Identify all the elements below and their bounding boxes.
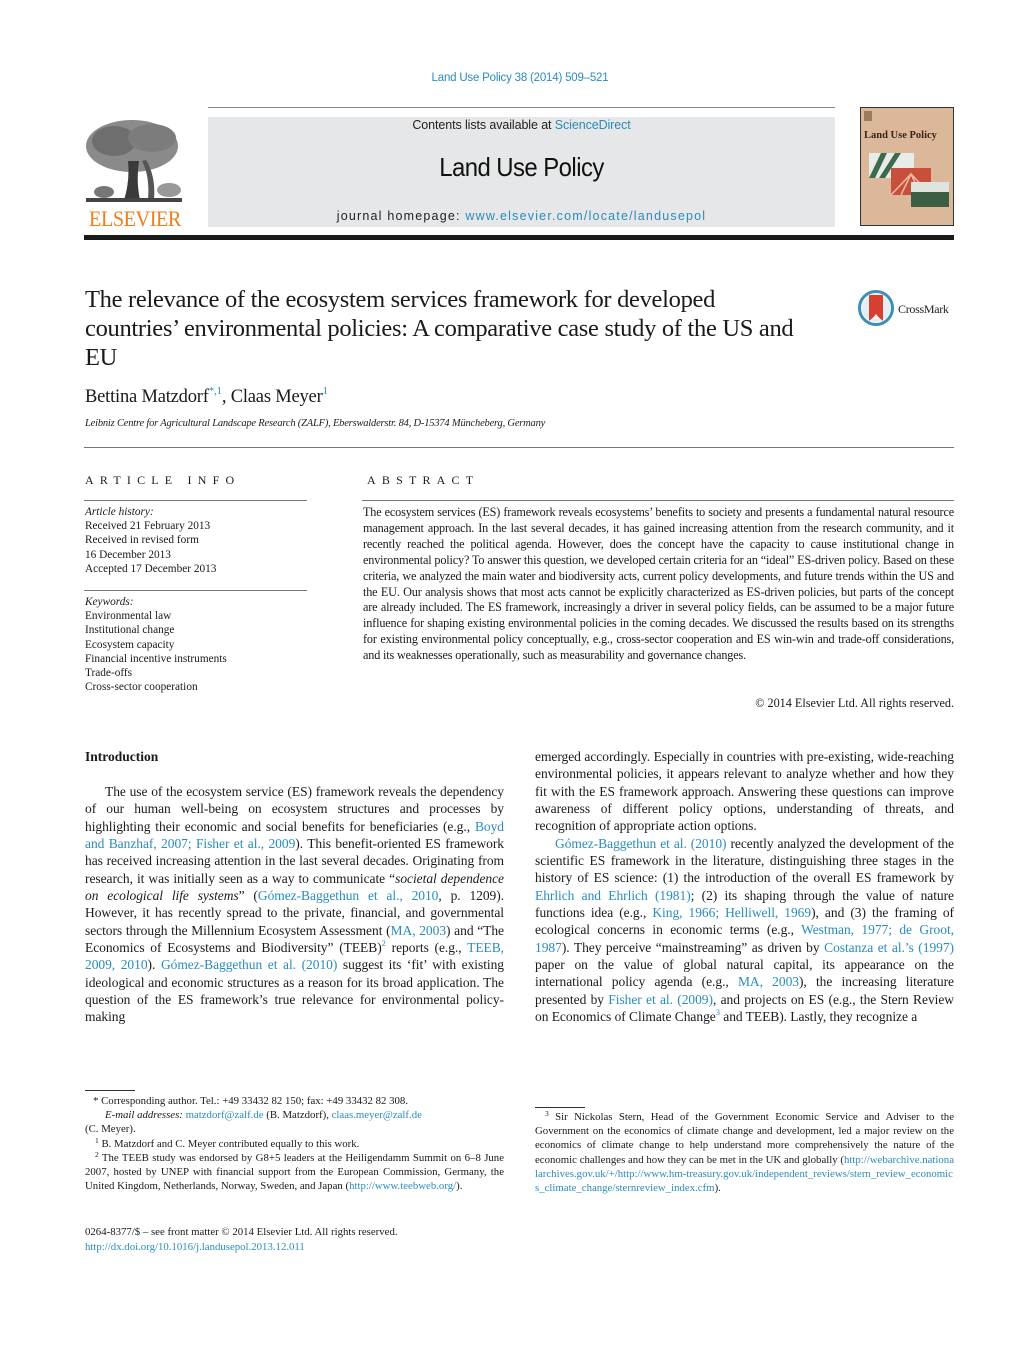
history-item: Received 21 February 2013 [85,520,211,533]
citation-link[interactable]: Ehrlich and Ehrlich (1981) [535,888,691,903]
header-thick-rule [84,235,954,240]
divider [362,500,954,501]
footnote-corresponding: * Corresponding author. Tel.: +49 33432 … [93,1095,409,1107]
paragraph: emerged accordingly. Especially in count… [535,749,954,834]
email-link[interactable]: claas.meyer@zalf.de [332,1109,422,1121]
keyword: Financial incentive instruments [85,652,227,665]
cover-publisher-icon [864,111,872,121]
keywords: Keywords: Environmental law Institutiona… [85,595,310,694]
history-item: Accepted 17 December 2013 [85,562,217,575]
teeb-url-link[interactable]: http://www.teebweb.org/ [349,1180,456,1192]
history-item: 16 December 2013 [85,548,171,561]
body-column-left: The use of the ecosystem service (ES) fr… [85,783,504,1026]
keyword: Ecosystem capacity [85,638,175,651]
affiliation: Leibniz Centre for Agricultural Landscap… [85,418,546,429]
citation-link[interactable]: MA, 2003 [738,974,799,989]
history-item: Received in revised form [85,534,199,547]
journal-homepage: journal homepage: www.elsevier.com/locat… [208,209,835,223]
footnote-emails: E-mail addresses: matzdorf@zalf.de (B. M… [85,1108,504,1122]
citation-link[interactable]: Gómez-Baggethun et al. (2010) [161,957,337,972]
footnote-rule [535,1107,585,1108]
abstract-copyright: © 2014 Elsevier Ltd. All rights reserved… [755,696,954,710]
keyword: Environmental law [85,610,172,623]
journal-cover-thumbnail[interactable]: Land Use Policy [860,107,954,226]
text: ). [714,1182,721,1195]
text: ). They perceive “mainstreaming” as driv… [561,939,825,955]
doi-link[interactable]: http://dx.doi.org/10.1016/j.landusepol.2… [85,1241,305,1253]
email-label: E-mail addresses: [105,1109,183,1122]
text: and TEEB). Lastly, they recognize a [719,1009,918,1025]
footnote-1: 1 B. Matzdorf and C. Meyer contributed e… [85,1136,504,1151]
citation-link[interactable]: Gómez-Baggethun et al. (2010) [555,836,727,851]
author-marks[interactable]: 1 [323,385,329,397]
footnote-3: 3 Sir Nickolas Stern, Head of the Govern… [535,1110,954,1195]
text: ). [456,1180,463,1193]
author-name[interactable]: Claas Meyer [231,387,323,407]
email-owner: (C. Meyer). [85,1123,136,1136]
keywords-label: Keywords: [85,596,134,608]
journal-reference-link[interactable]: Land Use Policy 38 (2014) 509–521 [0,72,1020,84]
citation-link[interactable]: Costanza et al.’s (1997) [824,940,954,955]
author-list: Bettina Matzdorf*,1, Claas Meyer1 [85,385,328,408]
issn-line: 0264-8377/$ – see front matter © 2014 El… [85,1226,398,1238]
article-title: The relevance of the ecosystem services … [85,286,794,371]
email-owner: (B. Matzdorf), [263,1109,332,1122]
paragraph: The use of the ecosystem service (ES) fr… [85,783,504,1026]
header-top-rule [208,107,835,108]
cover-photo-trees-icon [911,182,949,207]
abstract-heading: ABSTRACT [367,473,480,487]
author-marks[interactable]: *,1 [209,385,222,397]
citation-link[interactable]: MA, 2003 [391,923,447,938]
citation-link[interactable]: Fisher et al. (2009) [608,992,713,1007]
footnote-rule [85,1090,135,1091]
history-label: Article history: [85,506,154,518]
abstract-text: The ecosystem services (ES) framework re… [363,505,954,663]
keyword: Trade-offs [85,667,133,680]
citation-link[interactable]: Gómez-Baggethun et al., 2010 [258,888,439,903]
text: reports (e.g., [385,940,468,956]
keyword: Institutional change [85,624,175,637]
journal-masthead: Contents lists available at ScienceDirec… [208,117,835,227]
crossmark-icon [858,290,894,326]
contents-availability: Contents lists available at ScienceDirec… [208,118,835,132]
footnotes-left: * Corresponding author. Tel.: +49 33432 … [85,1094,504,1193]
footnotes-right: 3 Sir Nickolas Stern, Head of the Govern… [535,1110,954,1195]
journal-title: Land Use Policy [439,152,604,182]
sciencedirect-link[interactable]: ScienceDirect [555,118,631,132]
front-matter: 0264-8377/$ – see front matter © 2014 El… [85,1225,398,1255]
divider [84,447,954,448]
divider [84,500,307,501]
text: ” ( [238,888,258,904]
article-history: Article history: Received 21 February 20… [85,505,310,576]
section-heading-introduction: Introduction [85,749,159,764]
elsevier-tree-icon [84,116,184,206]
elsevier-wordmark: ELSEVIER [89,206,181,231]
footnote-text: B. Matzdorf and C. Meyer contributed equ… [98,1137,360,1150]
footnote-2: 2 The TEEB study was endorsed by G8+5 le… [85,1151,504,1194]
homepage-prefix: journal homepage: [336,209,466,223]
cover-title: Land Use Policy [864,130,937,141]
body-column-right: emerged accordingly. Especially in count… [535,748,954,1026]
journal-homepage-link[interactable]: www.elsevier.com/locate/landusepol [465,209,706,223]
divider [84,590,307,591]
text: The use of the ecosystem service (ES) fr… [85,784,504,834]
keyword: Cross-sector cooperation [85,681,198,694]
article-info-heading: ARTICLE INFO [85,473,241,487]
author-separator: , [221,387,231,407]
paragraph: Gómez-Baggethun et al. (2010) recently a… [535,835,954,1026]
author-name[interactable]: Bettina Matzdorf [85,387,209,407]
elsevier-logo[interactable]: ELSEVIER [84,116,186,231]
contents-prefix: Contents lists available at [412,118,555,132]
citation-link[interactable]: King, 1966; Helliwell, 1969 [652,905,811,920]
crossmark-button[interactable]: CrossMark [858,290,958,330]
crossmark-label: CrossMark [898,302,949,316]
text: ). [147,957,161,973]
email-link[interactable]: matzdorf@zalf.de [186,1109,264,1121]
